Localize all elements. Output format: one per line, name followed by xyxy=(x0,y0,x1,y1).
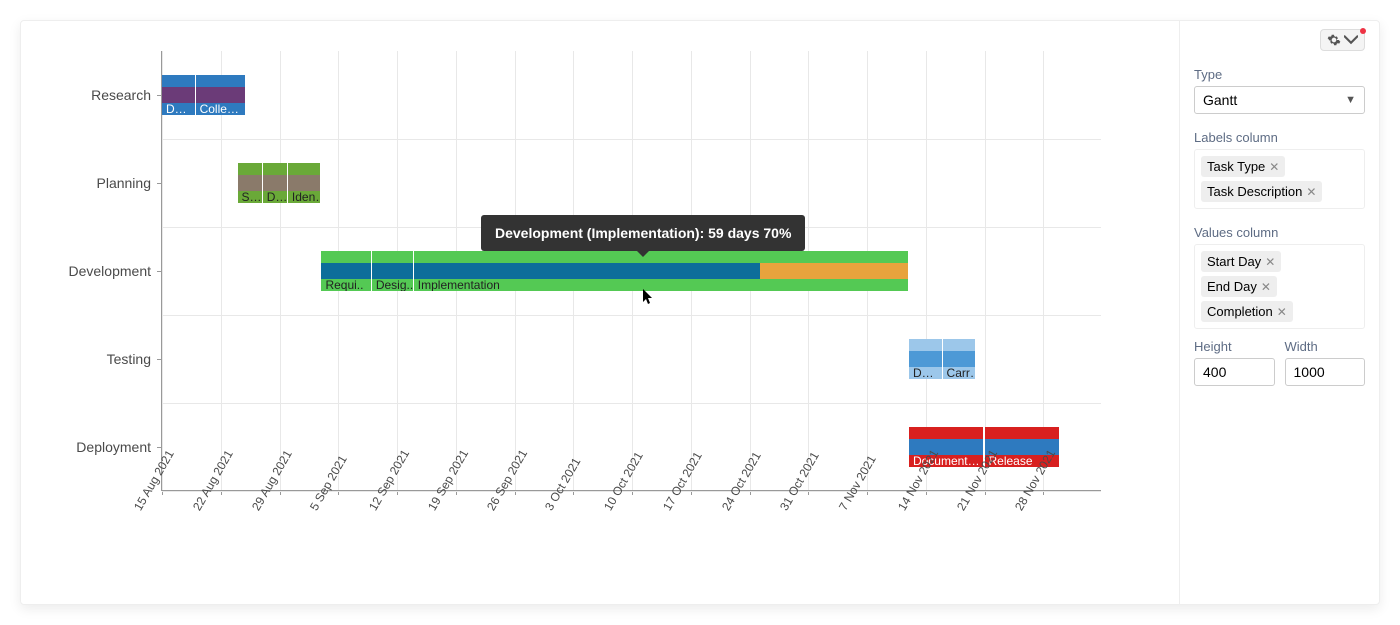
tag-label: Start Day xyxy=(1207,254,1261,269)
close-icon[interactable]: ✕ xyxy=(1261,280,1271,294)
tag[interactable]: Task Type ✕ xyxy=(1201,156,1285,177)
close-icon[interactable]: ✕ xyxy=(1269,160,1279,174)
y-axis-labels: Research Planning Development Testing Deploy… xyxy=(41,51,161,491)
close-icon[interactable]: ✕ xyxy=(1265,255,1275,269)
labels-column-box[interactable]: Task Type ✕ Task Description ✕ xyxy=(1194,149,1365,209)
bar-label: D… xyxy=(162,103,195,115)
gantt-bar[interactable]: Colle… xyxy=(196,75,246,115)
gantt-bar[interactable]: D… xyxy=(909,339,943,379)
gantt-bar[interactable]: D… xyxy=(263,163,288,203)
bar-label: Implementation xyxy=(414,279,908,291)
gantt-bar[interactable]: Implementation xyxy=(414,251,909,291)
chevron-down-icon: ▼ xyxy=(1345,94,1356,106)
tag[interactable]: End Day ✕ xyxy=(1201,276,1277,297)
close-icon[interactable]: ✕ xyxy=(1277,305,1287,319)
tag[interactable]: Completion ✕ xyxy=(1201,301,1293,322)
width-input[interactable] xyxy=(1285,358,1366,386)
tag-label: End Day xyxy=(1207,279,1257,294)
gear-icon xyxy=(1327,33,1341,47)
gantt-plot: D…Colle…S…D…Iden…Requi..Desig..Implement… xyxy=(161,51,1101,491)
tag[interactable]: Task Description ✕ xyxy=(1201,181,1322,202)
bar-label: Iden… xyxy=(288,191,321,203)
labels-column-label: Labels column xyxy=(1194,130,1365,145)
gantt-bar[interactable]: S… xyxy=(238,163,263,203)
bar-label: Colle… xyxy=(196,103,245,115)
settings-button[interactable] xyxy=(1320,29,1365,51)
gantt-bar[interactable]: Carr… xyxy=(943,339,977,379)
bar-label: S… xyxy=(238,191,262,203)
chart-panel: Research Planning Development Testing Deploy… xyxy=(21,21,1179,604)
width-label: Width xyxy=(1285,339,1366,354)
row-label: Planning xyxy=(97,175,152,191)
chevron-down-icon xyxy=(1344,33,1358,47)
type-select-value: Gantt xyxy=(1203,92,1237,108)
gantt-bar[interactable]: Requi.. xyxy=(321,251,371,291)
bar-label: D… xyxy=(263,191,287,203)
height-label: Height xyxy=(1194,339,1275,354)
type-select[interactable]: Gantt ▼ xyxy=(1194,86,1365,114)
type-label: Type xyxy=(1194,67,1365,82)
tag-label: Task Type xyxy=(1207,159,1265,174)
values-column-box[interactable]: Start Day✕End Day✕Completion✕ xyxy=(1194,244,1365,329)
values-column-label: Values column xyxy=(1194,225,1365,240)
gantt-bar[interactable]: Iden… xyxy=(288,163,322,203)
settings-panel: Type Gantt ▼ Labels column Task Type✕Tas… xyxy=(1179,21,1379,604)
tooltip: Development (Implementation): 59 days 70… xyxy=(481,215,805,251)
app-container: Research Planning Development Testing Deploy… xyxy=(20,20,1380,605)
row-label: Deployment xyxy=(76,439,151,455)
bar-label: Desig.. xyxy=(372,279,413,291)
bar-label: D… xyxy=(909,367,942,379)
height-input[interactable] xyxy=(1194,358,1275,386)
row-label: Development xyxy=(69,263,152,279)
gantt-bar[interactable]: Desig.. xyxy=(372,251,414,291)
row-label: Research xyxy=(91,87,151,103)
row-label: Testing xyxy=(107,351,151,367)
tag-label: Task Description xyxy=(1207,184,1302,199)
tag-label: Completion xyxy=(1207,304,1273,319)
tag[interactable]: Start Day ✕ xyxy=(1201,251,1281,272)
chart-inner: Research Planning Development Testing Deploy… xyxy=(41,51,1111,491)
cursor-icon xyxy=(643,289,655,310)
gantt-bar[interactable]: D… xyxy=(162,75,196,115)
x-axis-labels: 15 Aug 202122 Aug 202129 Aug 20215 Sep 2… xyxy=(161,496,1101,596)
bar-label: Requi.. xyxy=(321,279,370,291)
notification-dot xyxy=(1360,28,1366,34)
bar-label: Carr… xyxy=(943,367,976,379)
close-icon[interactable]: ✕ xyxy=(1306,185,1316,199)
